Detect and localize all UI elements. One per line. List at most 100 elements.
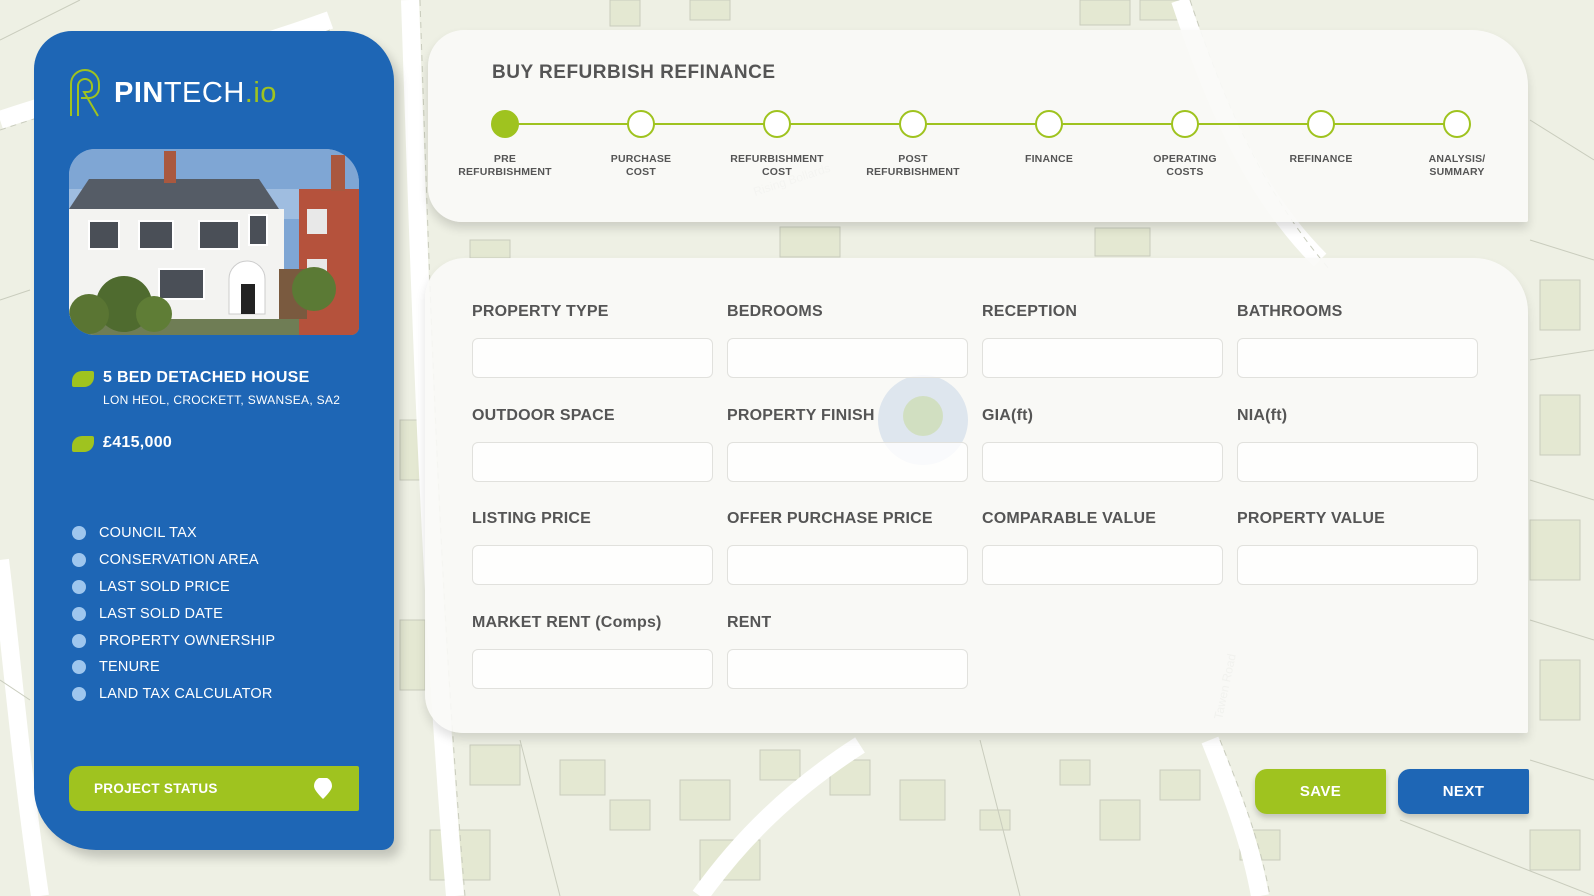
step-label: PURCHASE COST	[610, 153, 672, 178]
step-circle-icon[interactable]	[1171, 110, 1199, 138]
progress-step[interactable]: ANALYSIS/ SUMMARY	[1397, 110, 1517, 179]
field-property-finish: PROPERTY FINISH	[727, 407, 968, 482]
bullet-icon	[72, 660, 86, 675]
property-form: PROPERTY TYPE BEDROOMS RECEPTION BATHROOMS O…	[425, 258, 1528, 733]
step-label: REFINANCE	[1289, 153, 1353, 165]
field-label: GIA(ft)	[982, 406, 1034, 424]
field-property-type: PROPERTY TYPE	[472, 303, 713, 378]
progress-step[interactable]: PRE REFURBISHMENT	[445, 110, 565, 179]
field-rent: RENT	[727, 614, 968, 689]
step-label: POST REFURBISHMENT	[866, 153, 960, 178]
step-circle-icon[interactable]	[1307, 110, 1335, 138]
step-circle-icon[interactable]	[491, 110, 519, 138]
save-button[interactable]: SAVE	[1255, 769, 1386, 814]
field-gia-ft: GIA(ft)	[982, 407, 1223, 482]
field-reception: RECEPTION	[982, 303, 1223, 378]
property-info-list: COUNCIL TAX CONSERVATION AREA LAST SOLD …	[72, 520, 275, 708]
property-title: 5 BED DETACHED HOUSE	[103, 369, 310, 386]
outdoor-space-input[interactable]	[472, 441, 713, 482]
project-status-button[interactable]: PROJECT STATUS	[69, 766, 359, 811]
step-label: ANALYSIS/ SUMMARY	[1428, 153, 1486, 178]
step-label: PRE REFURBISHMENT	[458, 153, 552, 178]
field-label: PROPERTY TYPE	[472, 303, 609, 320]
brand-name: PINTECH.io	[114, 76, 277, 109]
gia-ft-input[interactable]	[982, 441, 1223, 482]
step-circle-icon[interactable]	[763, 110, 791, 138]
field-label: PROPERTY FINISH	[727, 406, 875, 424]
property-summary: 5 BED DETACHED HOUSE LON HEOL, CROCKETT,…	[72, 369, 340, 407]
page-title: BUY REFURBISH REFINANCE	[492, 62, 776, 83]
market-rent-comps-input[interactable]	[472, 648, 713, 689]
brand-logo[interactable]: PINTECH.io	[68, 67, 277, 119]
offer-purchase-price-input[interactable]	[727, 545, 968, 585]
field-label: OFFER PURCHASE PRICE	[727, 510, 933, 527]
field-label: BEDROOMS	[727, 303, 823, 320]
progress-step[interactable]: REFINANCE	[1261, 110, 1381, 166]
step-label: OPERATING COSTS	[1153, 153, 1217, 178]
field-bedrooms: BEDROOMS	[727, 303, 968, 378]
sidebar-item-council-tax[interactable]: COUNCIL TAX	[72, 520, 275, 547]
field-label: PROPERTY VALUE	[1237, 510, 1386, 527]
field-market-rent-comps: MARKET RENT (Comps)	[472, 614, 713, 689]
pintech-logo-icon	[70, 69, 100, 117]
nia-ft-input[interactable]	[1237, 441, 1478, 482]
bullet-icon	[72, 633, 86, 648]
property-address: LON HEOL, CROCKETT, SWANSEA, SA2	[103, 393, 341, 407]
progress-step[interactable]: FINANCE	[989, 110, 1109, 166]
field-outdoor-space: OUTDOOR SPACE	[472, 407, 713, 482]
sidebar-item-property-ownership[interactable]: PROPERTY OWNERSHIP	[72, 627, 275, 654]
bullet-icon	[72, 606, 86, 621]
step-circle-icon[interactable]	[1035, 110, 1063, 138]
sidebar-item-tenure[interactable]: TENURE	[72, 654, 275, 681]
listing-price-input[interactable]	[472, 545, 713, 585]
field-comparable-value: COMPARABLE VALUE	[982, 510, 1223, 585]
progress-step[interactable]: PURCHASE COST	[581, 110, 701, 179]
progress-step[interactable]: POST REFURBISHMENT	[853, 110, 973, 179]
field-property-value: PROPERTY VALUE	[1237, 510, 1478, 585]
property-photo	[69, 149, 359, 335]
field-label: MARKET RENT (Comps)	[472, 613, 662, 631]
field-bathrooms: BATHROOMS	[1237, 303, 1478, 378]
progress-card: BUY REFURBISH REFINANCE PRE REFURBISHMEN…	[428, 30, 1528, 222]
bullet-icon	[72, 526, 86, 541]
field-nia-ft: NIA(ft)	[1237, 407, 1478, 482]
step-label: FINANCE	[1024, 153, 1074, 165]
leaf-bullet-icon	[72, 371, 94, 387]
bullet-icon	[72, 687, 86, 702]
leaf-bullet-icon	[72, 436, 94, 452]
field-label: COMPARABLE VALUE	[982, 510, 1157, 527]
field-label: BATHROOMS	[1237, 303, 1343, 320]
property-value-input[interactable]	[1237, 545, 1478, 585]
progress-step[interactable]: OPERATING COSTS	[1125, 110, 1245, 179]
sidebar-item-conservation-area[interactable]: CONSERVATION AREA	[72, 547, 275, 574]
step-circle-icon[interactable]	[627, 110, 655, 138]
property-price: £415,000	[103, 434, 173, 451]
field-label: RECEPTION	[982, 303, 1078, 320]
sidebar-item-land-tax-calculator[interactable]: LAND TAX CALCULATOR	[72, 681, 275, 708]
property-price-row: £415,000	[72, 434, 172, 452]
reception-input[interactable]	[982, 338, 1223, 378]
property-type-input[interactable]	[472, 338, 713, 378]
sidebar-item-last-sold-price[interactable]: LAST SOLD PRICE	[72, 574, 275, 601]
field-label: OUTDOOR SPACE	[472, 406, 615, 424]
field-listing-price: LISTING PRICE	[472, 510, 713, 585]
field-label: RENT	[727, 613, 772, 631]
sidebar-item-last-sold-date[interactable]: LAST SOLD DATE	[72, 600, 275, 627]
project-status-label: PROJECT STATUS	[94, 781, 218, 796]
property-finish-input[interactable]	[727, 441, 968, 482]
step-label: REFURBISHMENT COST	[730, 153, 824, 178]
step-circle-icon[interactable]	[899, 110, 927, 138]
bedrooms-input[interactable]	[727, 338, 968, 378]
next-button[interactable]: NEXT	[1398, 769, 1529, 814]
field-label: NIA(ft)	[1237, 406, 1288, 424]
property-sidebar: PINTECH.io 5 BED DETACHED HOUSE LON HEOL…	[34, 31, 394, 850]
bullet-icon	[72, 553, 86, 568]
field-label: LISTING PRICE	[472, 510, 592, 527]
field-offer-purchase-price: OFFER PURCHASE PRICE	[727, 510, 968, 585]
step-circle-icon[interactable]	[1443, 110, 1471, 138]
rent-input[interactable]	[727, 648, 968, 689]
progress-step[interactable]: REFURBISHMENT COST	[717, 110, 837, 179]
bathrooms-input[interactable]	[1237, 338, 1478, 378]
comparable-value-input[interactable]	[982, 545, 1223, 585]
map-pin-icon	[314, 777, 332, 799]
